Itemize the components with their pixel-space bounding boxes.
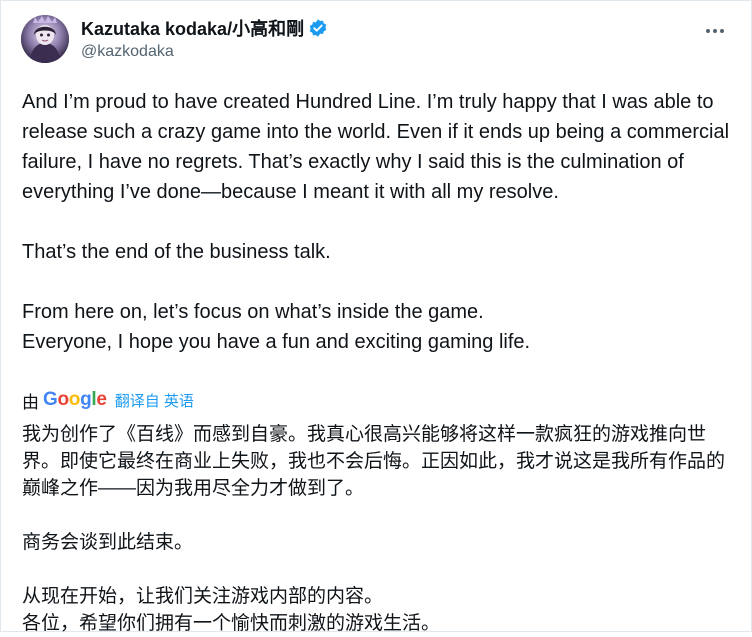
tweet-paragraph: From here on, let’s focus on what’s insi… xyxy=(22,297,734,357)
translated-from-link[interactable]: 翻译自 英语 xyxy=(115,390,194,411)
more-options-button[interactable] xyxy=(701,21,729,41)
author-handle[interactable]: @kazkodaka xyxy=(81,43,328,61)
translated-paragraph: 从现在开始，让我们关注游戏内部的内容。 各位，希望你们拥有一个愉快而刺激的游戏生… xyxy=(22,583,734,637)
tweet-line: Everyone, I hope you have a fun and exci… xyxy=(22,331,531,353)
translated-paragraph: 我为创作了《百线》而感到自豪。我真心很高兴能够将这样一款疯狂的游戏推向世界。即使… xyxy=(22,424,726,499)
translated-line: 从现在开始，让我们关注游戏内部的内容。 xyxy=(22,586,384,607)
translated-line: 各位，希望你们拥有一个愉快而刺激的游戏生活。 xyxy=(22,613,441,634)
author-display-name[interactable]: Kazutaka kodaka/小高和剛 xyxy=(81,15,304,41)
tweet-card: Kazutaka kodaka/小高和剛 @kazkodaka And I’m … xyxy=(0,0,752,634)
tweet-line: From here on, let’s focus on what’s insi… xyxy=(22,301,484,323)
tweet-header: Kazutaka kodaka/小高和剛 @kazkodaka xyxy=(21,13,733,69)
translated-by-label: 由 xyxy=(22,392,39,412)
tweet-text: And I’m proud to have created Hundred Li… xyxy=(22,87,734,357)
more-horizontal-icon xyxy=(706,29,724,33)
author-avatar[interactable] xyxy=(21,15,69,63)
tweet-paragraph: And I’m proud to have created Hundred Li… xyxy=(22,91,730,203)
avatar-image xyxy=(21,15,69,63)
translated-text: 我为创作了《百线》而感到自豪。我真心很高兴能够将这样一款疯狂的游戏推向世界。即使… xyxy=(22,421,734,637)
google-logo: Google xyxy=(43,389,107,410)
display-name-row: Kazutaka kodaka/小高和剛 xyxy=(81,15,328,41)
translated-paragraph: 商务会谈到此结束。 xyxy=(22,532,194,553)
translation-attribution: 由 Google 翻译自 英语 xyxy=(22,389,194,412)
verified-badge-icon xyxy=(308,18,328,38)
author-names: Kazutaka kodaka/小高和剛 @kazkodaka xyxy=(81,15,328,61)
tweet-paragraph: That’s the end of the business talk. xyxy=(22,241,331,263)
